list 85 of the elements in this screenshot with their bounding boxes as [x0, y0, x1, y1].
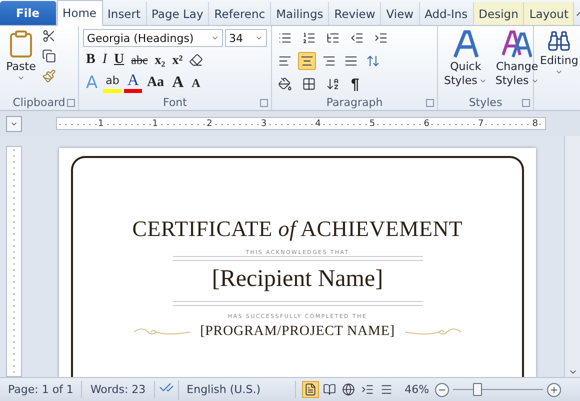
sort-icon [326, 77, 340, 91]
certificate-title: CERTIFICATE of ACHIEVEMENT [132, 216, 463, 242]
ribbon-tab[interactable]: File [0, 1, 57, 25]
view-icon [304, 383, 317, 396]
format-button[interactable]: x₂ [152, 52, 168, 68]
group-label: Paragraph [326, 96, 383, 109]
font-style-button[interactable]: A [188, 75, 204, 91]
font-style-button[interactable]: ab [102, 73, 122, 93]
ribbon-tab[interactable]: Page Lay [146, 2, 210, 25]
page-count[interactable]: Page: 1 of 1 [0, 381, 82, 398]
ribbon-tab[interactable]: Home [56, 0, 103, 26]
view-icon [322, 383, 336, 396]
format-button[interactable]: B [83, 52, 98, 68]
format-button[interactable]: U [111, 52, 128, 68]
format-button[interactable]: x² [169, 52, 186, 68]
caret-icon [17, 74, 25, 82]
font-style-button[interactable]: A [124, 73, 142, 93]
align-icon [322, 54, 336, 68]
zoom-level[interactable]: 46% [404, 383, 430, 396]
styles-letters-icon [502, 29, 532, 59]
group-label: Clipboard [12, 96, 66, 109]
ruler-number: 5 [368, 118, 376, 128]
format-button[interactable]: abc [128, 52, 151, 68]
ruler-number: 3 [260, 118, 268, 128]
recipient-name: [Recipient Name] [212, 266, 384, 293]
horizontal-ruler[interactable]: 1 1 2 3 4 5 6 7 8 [56, 117, 546, 130]
font-size-field[interactable]: 34 [225, 29, 267, 47]
align-icon [344, 54, 358, 68]
ribbon-tab[interactable]: Layout [524, 2, 574, 25]
zoom-slider-thumb[interactable] [473, 383, 482, 396]
multilevel-list-icon [326, 31, 340, 45]
font-style-button[interactable]: A [169, 75, 187, 91]
numbered-list-icon [302, 31, 316, 45]
line-spacing-icon [366, 54, 380, 68]
paste-button[interactable]: Paste [4, 29, 38, 95]
ruler-number: 4 [314, 118, 322, 128]
caret-icon [211, 34, 219, 42]
view-icon [342, 383, 355, 396]
align-button[interactable] [298, 52, 316, 70]
eraser-icon [188, 53, 203, 67]
editing-button[interactable]: Editing [538, 29, 580, 110]
align-icon [300, 54, 314, 68]
shading-button[interactable] [276, 75, 294, 93]
change-styles-button[interactable]: Change Styles [493, 29, 541, 95]
view-button[interactable] [340, 381, 357, 398]
decrease-indent-icon [350, 31, 364, 45]
zoom-out-button[interactable] [435, 382, 450, 396]
view-icon [380, 383, 393, 396]
ribbon-tab[interactable]: Mailings [271, 2, 330, 25]
ribbon-tab[interactable]: Review [329, 2, 382, 25]
ribbon-tab[interactable]: View [381, 2, 420, 25]
caret-icon [555, 68, 564, 76]
ruler-number: 6 [422, 118, 430, 128]
paint-bucket-icon [278, 77, 292, 91]
ruler-number: 2 [206, 118, 214, 128]
view-icon [360, 383, 374, 396]
ruler-number: 1 [151, 118, 160, 128]
show-formatting-button[interactable]: ¶ [348, 76, 362, 92]
align-icon [278, 54, 292, 68]
binoculars-icon [547, 29, 572, 53]
scissors-icon [42, 29, 56, 43]
ruler-number: 8 [531, 118, 539, 128]
format-button[interactable]: I [99, 52, 110, 68]
plus-icon [549, 384, 560, 394]
group-label: Font [163, 96, 187, 109]
ribbon-tab[interactable]: Insert [102, 2, 146, 25]
group-label: Styles [468, 96, 502, 109]
font-style-button[interactable]: Aa [144, 75, 168, 91]
ribbon-tab[interactable]: Design [474, 2, 524, 25]
language-status[interactable]: English (U.S.) [178, 381, 296, 398]
increase-indent-icon [374, 31, 388, 45]
paintbrush-icon [42, 69, 56, 83]
ruler-number: 7 [476, 118, 485, 128]
zoom-in-button[interactable] [547, 382, 562, 396]
styles-letter-icon [450, 29, 481, 59]
copy-icon [42, 49, 56, 63]
program-name: [PROGRAM/PROJECT NAME] [200, 324, 395, 340]
ribbon-tab[interactable]: Referenc [209, 2, 272, 25]
caret-icon [255, 34, 263, 42]
word-count[interactable]: Words: 23 [82, 381, 155, 398]
ruler-number: 1 [97, 118, 105, 128]
grid-icon [302, 77, 316, 91]
view-button[interactable] [302, 381, 319, 398]
font-name-field[interactable]: Georgia (Headings) [83, 29, 223, 47]
quick-styles-button[interactable]: Quick Styles [442, 29, 490, 95]
